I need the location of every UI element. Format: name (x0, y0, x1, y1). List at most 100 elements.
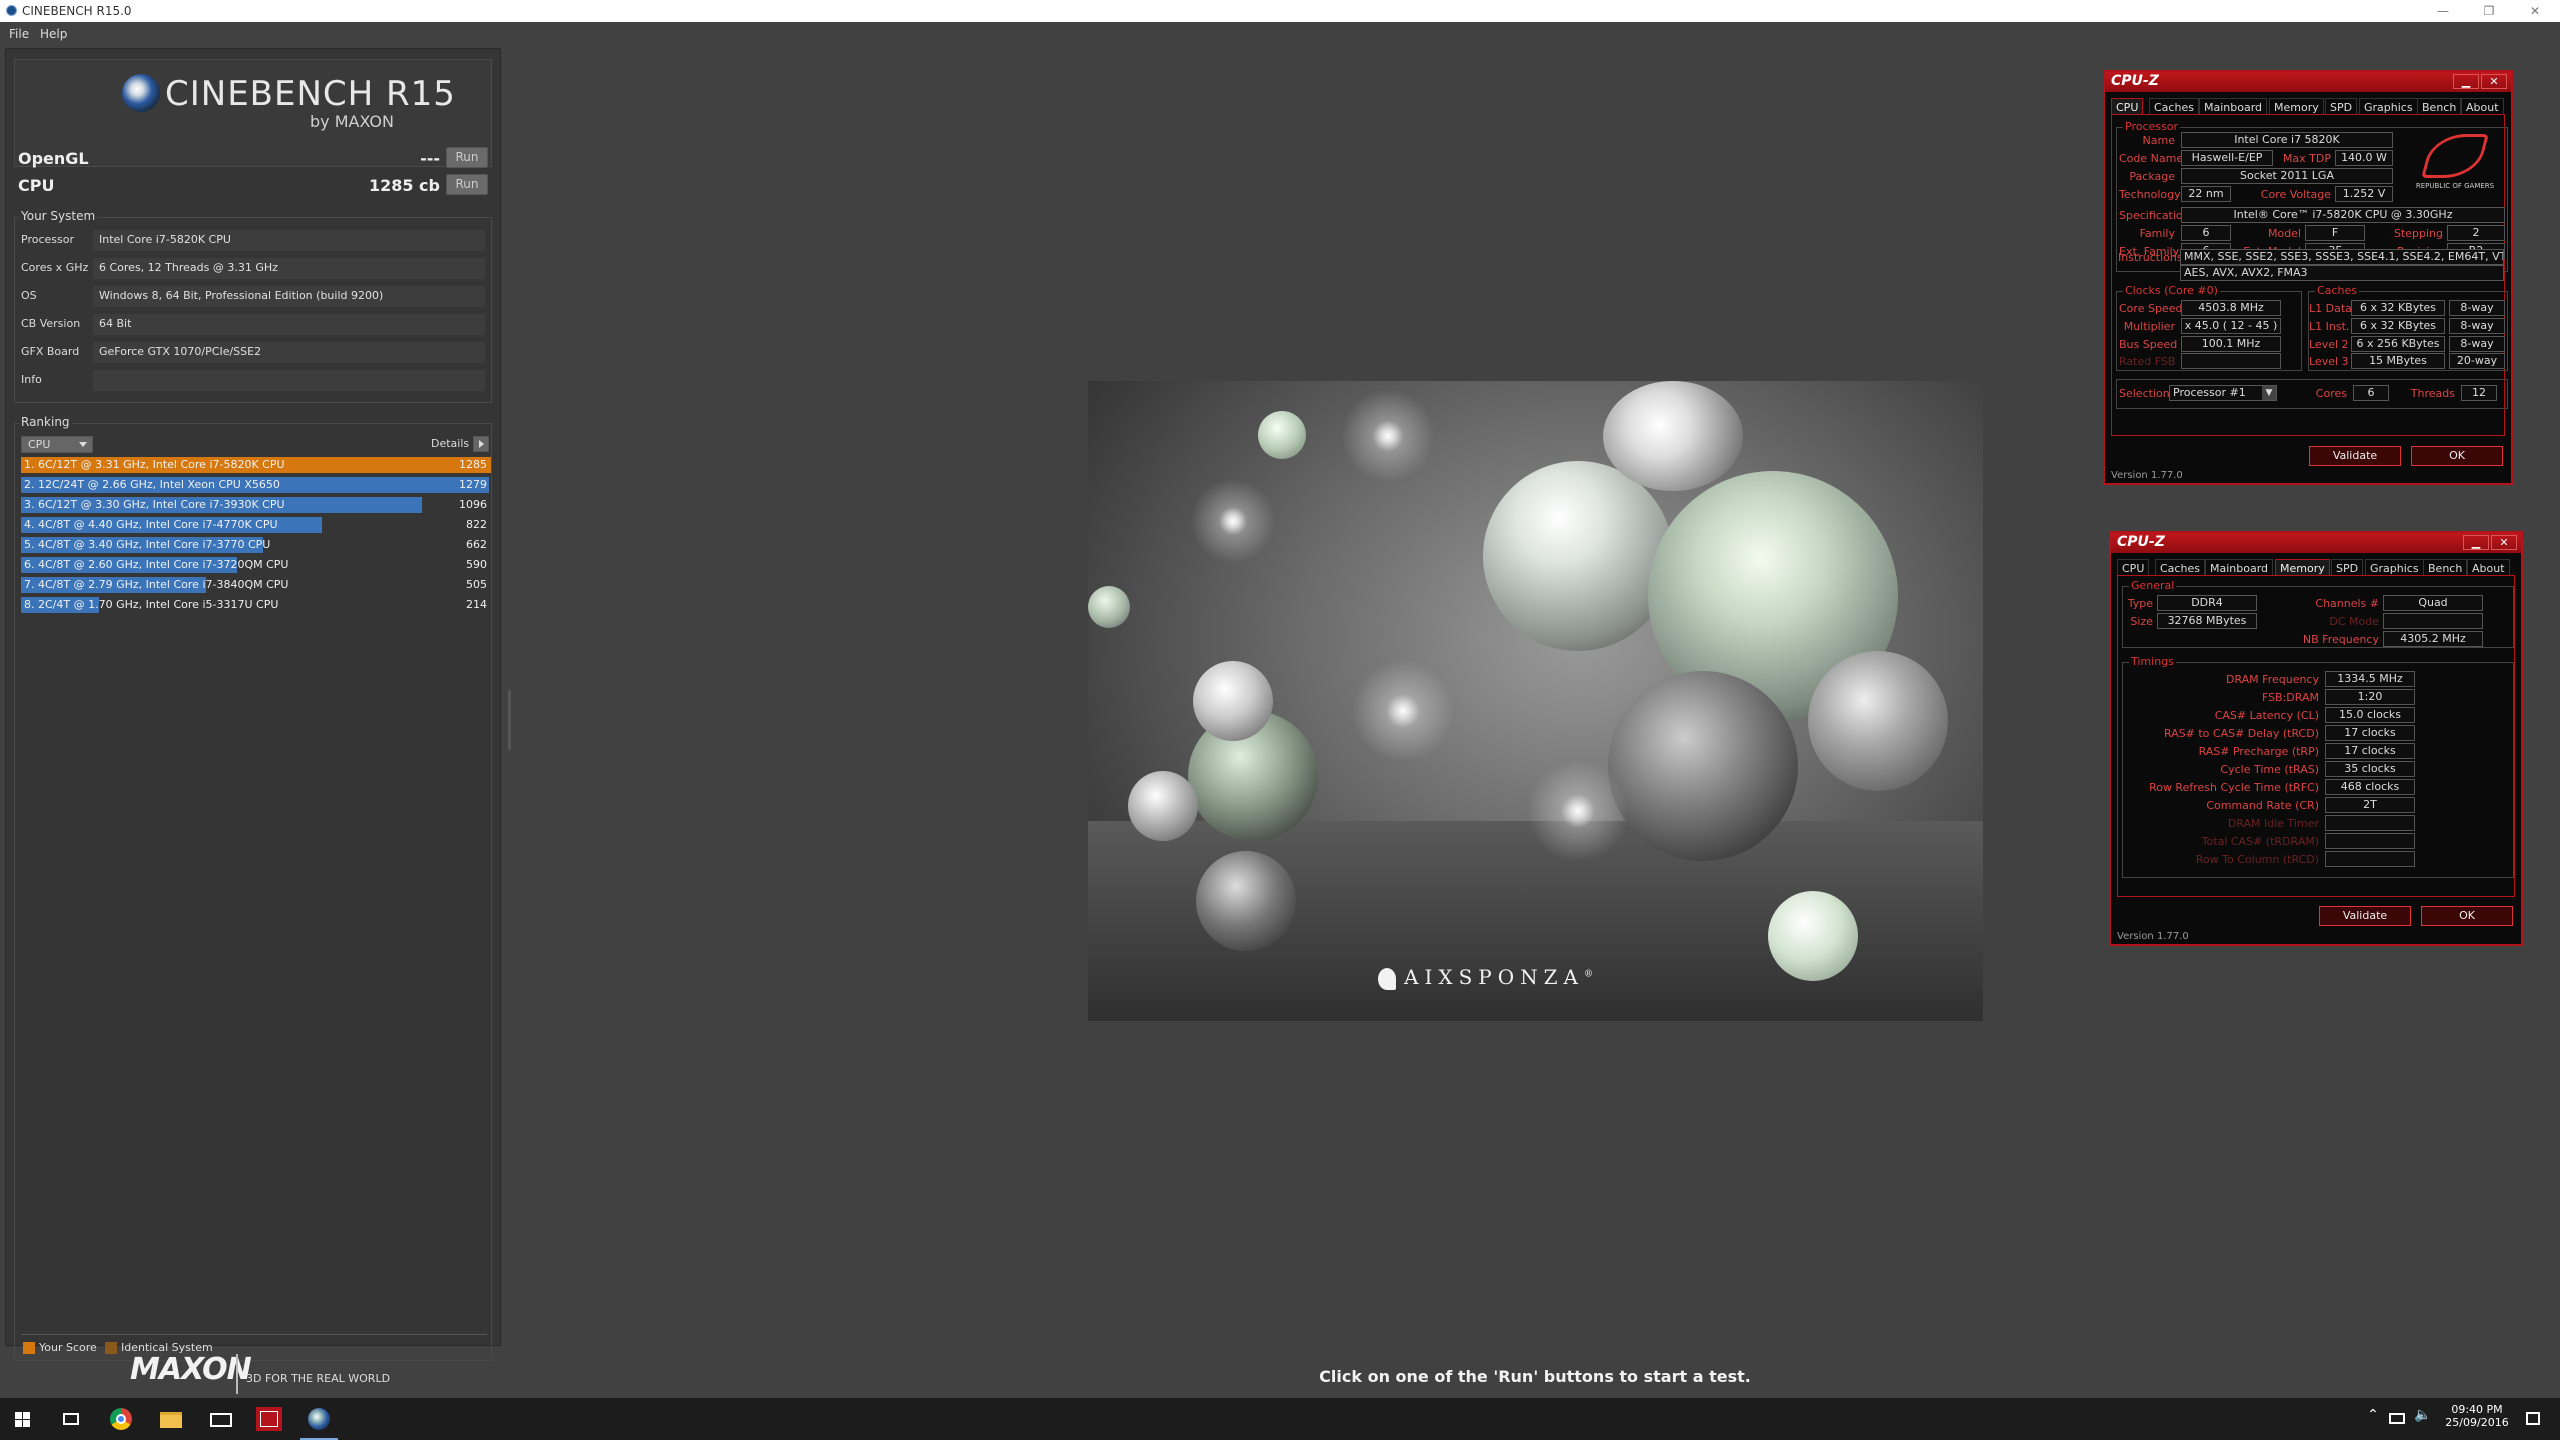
registered-mark: ® (1583, 969, 1593, 980)
maximize-button[interactable]: ❐ (2466, 0, 2512, 22)
tab-mainboard[interactable]: Mainboard (2205, 559, 2274, 576)
ranking-label: 7. 4C/8T @ 2.79 GHz, Intel Core i7-3840Q… (24, 578, 289, 591)
cpuz-taskbar-icon[interactable] (256, 1407, 282, 1431)
tab-bench[interactable]: Bench (2417, 98, 2462, 115)
chrome-icon[interactable] (108, 1407, 134, 1431)
cpuz-close-button[interactable]: ✕ (2491, 535, 2517, 550)
level3-assoc: 20-way (2449, 353, 2505, 369)
details-button[interactable] (473, 436, 489, 452)
system-row: GFX Board GeForce GTX 1070/PCIe/SSE2 (19, 340, 489, 364)
system-clock[interactable]: 09:40 PM 25/09/2016 (2440, 1403, 2514, 1429)
ranking-dropdown[interactable]: CPU (21, 436, 93, 453)
core-voltage-value: 1.252 V (2335, 186, 2393, 202)
mail-icon[interactable] (208, 1407, 234, 1431)
panel-splitter[interactable] (508, 690, 511, 750)
tab-caches[interactable]: Caches (2149, 98, 2199, 115)
timings-group-title: Timings (2129, 655, 2176, 668)
threads-value: 12 (2461, 385, 2497, 401)
status-hint: Click on one of the 'Run' buttons to sta… (1319, 1367, 1751, 1386)
ranking-label: 1. 6C/12T @ 3.31 GHz, Intel Core i7-5820… (24, 458, 285, 471)
ranking-row[interactable]: 2. 12C/24T @ 2.66 GHz, Intel Xeon CPU X5… (21, 476, 491, 494)
tab-memory[interactable]: Memory (2275, 559, 2330, 576)
cinebench-taskbar-icon[interactable] (306, 1407, 332, 1431)
cpuz-cpu-body: Processor Name Intel Core i7 5820K Code … (2111, 114, 2508, 436)
timing-value: 468 clocks (2325, 779, 2415, 795)
opengl-run-button[interactable]: Run (446, 147, 488, 168)
level3-label: Level 3 (2309, 355, 2349, 368)
l1-data-assoc: 8-way (2449, 300, 2505, 316)
selection-label: Selection (2119, 387, 2170, 400)
timing-label: DRAM Frequency (2225, 673, 2319, 686)
ranking-row[interactable]: 6. 4C/8T @ 2.60 GHz, Intel Core i7-3720Q… (21, 556, 491, 574)
system-key: GFX Board (21, 345, 80, 358)
name-label: Name (2142, 134, 2175, 147)
max-tdp-label: Max TDP (2282, 152, 2331, 165)
minimize-button[interactable]: — (2420, 0, 2466, 22)
tab-spd[interactable]: SPD (2331, 559, 2364, 576)
tab-cpu[interactable]: CPU (2111, 98, 2144, 115)
processor-select[interactable]: Processor #1 ▼ (2169, 385, 2277, 401)
tab-mainboard[interactable]: Mainboard (2199, 98, 2268, 115)
tab-spd[interactable]: SPD (2325, 98, 2358, 115)
cpuz-minimize-button[interactable]: ▁ (2453, 74, 2479, 89)
cpu-run-button[interactable]: Run (446, 174, 488, 195)
cpu-label: CPU (18, 176, 55, 195)
close-button[interactable]: ✕ (2512, 0, 2558, 22)
tab-graphics[interactable]: Graphics (2365, 559, 2424, 576)
ranking-row[interactable]: 8. 2C/4T @ 1.70 GHz, Intel Core i5-3317U… (21, 596, 491, 614)
volume-icon[interactable]: 🔈 (2410, 1407, 2436, 1431)
file-explorer-icon[interactable] (158, 1407, 184, 1431)
task-view-icon[interactable] (58, 1407, 84, 1431)
rog-eye-icon (2421, 134, 2489, 178)
tab-about[interactable]: About (2467, 559, 2510, 576)
family-label: Family (2139, 227, 2175, 240)
network-icon[interactable] (2384, 1407, 2410, 1431)
ranking-row[interactable]: 3. 6C/12T @ 3.30 GHz, Intel Core i7-3930… (21, 496, 491, 514)
timing-value (2325, 833, 2415, 849)
render-sphere (1128, 771, 1198, 841)
info-field[interactable] (93, 370, 485, 391)
processor-group-title: Processor (2123, 120, 2180, 133)
selection-group: Selection Processor #1 ▼ Cores 6 Threads … (2116, 379, 2508, 409)
threads-label: Threads (2410, 387, 2455, 400)
caches-group-title: Caches (2315, 284, 2359, 297)
render-sphere (1193, 661, 1273, 741)
ok-button[interactable]: OK (2421, 906, 2513, 926)
menu-help[interactable]: Help (40, 27, 67, 41)
type-value: DDR4 (2157, 595, 2257, 611)
maxon-logo: MAXON (130, 1352, 252, 1387)
render-sphere (1483, 461, 1673, 651)
cpuz-cpu-window: CPU-Z ▁ ✕ CPU Caches Mainboard Memory SP… (2103, 70, 2513, 485)
validate-button[interactable]: Validate (2309, 446, 2401, 466)
tab-about[interactable]: About (2461, 98, 2504, 115)
ok-button[interactable]: OK (2411, 446, 2503, 466)
system-row: CB Version 64 Bit (19, 312, 489, 336)
cinebench-app-icon (6, 5, 17, 16)
ranking-label: 5. 4C/8T @ 3.40 GHz, Intel Core i7-3770 … (24, 538, 271, 551)
cpuz-minimize-button[interactable]: ▁ (2463, 535, 2489, 550)
tab-caches[interactable]: Caches (2155, 559, 2205, 576)
timing-label: DRAM Idle Timer (2227, 817, 2319, 830)
menu-file[interactable]: File (9, 27, 29, 41)
tab-cpu[interactable]: CPU (2117, 559, 2150, 576)
render-sphere (1258, 411, 1306, 459)
timing-value: 17 clocks (2325, 743, 2415, 759)
opengl-value: --- (420, 149, 440, 168)
notifications-icon[interactable] (2520, 1407, 2546, 1431)
timing-value: 2T (2325, 797, 2415, 813)
validate-button[interactable]: Validate (2319, 906, 2411, 926)
ranking-row[interactable]: 7. 4C/8T @ 2.79 GHz, Intel Core i7-3840Q… (21, 576, 491, 594)
logo-by: by MAXON (310, 112, 394, 131)
start-windows-icon[interactable] (10, 1407, 36, 1431)
ranking-row[interactable]: 4. 4C/8T @ 4.40 GHz, Intel Core i7-4770K… (21, 516, 491, 534)
model-value: F (2305, 225, 2365, 241)
ranking-row[interactable]: 5. 4C/8T @ 3.40 GHz, Intel Core i7-3770 … (21, 536, 491, 554)
tab-bench[interactable]: Bench (2423, 559, 2468, 576)
tab-memory[interactable]: Memory (2269, 98, 2324, 115)
tab-graphics[interactable]: Graphics (2359, 98, 2418, 115)
ranking-row[interactable]: 1. 6C/12T @ 3.31 GHz, Intel Core i7-5820… (21, 456, 491, 474)
system-key: CB Version (21, 317, 81, 330)
cpuz-close-button[interactable]: ✕ (2481, 74, 2507, 89)
chevron-up-icon[interactable]: ⌃ (2360, 1407, 2386, 1431)
render-sphere (1808, 651, 1948, 791)
